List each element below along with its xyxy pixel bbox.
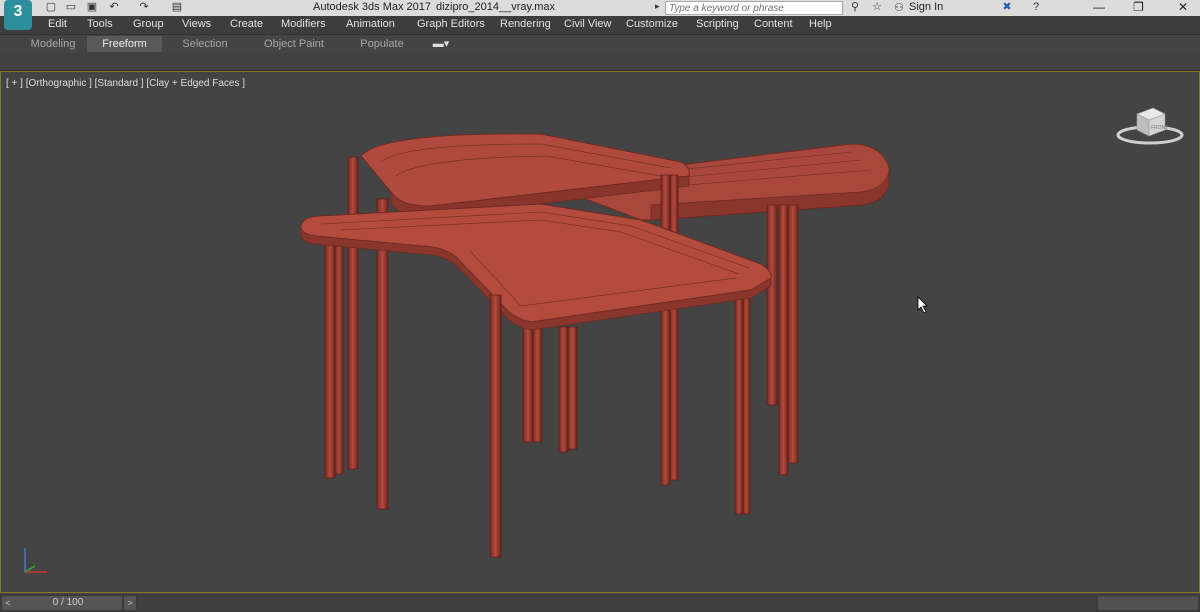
close-button[interactable]: ✕ — [1178, 0, 1188, 14]
viewport-orthographic[interactable]: [ + ] [Orthographic ] [Standard ] [Clay … — [0, 71, 1200, 593]
table-leg — [532, 326, 543, 443]
table-leg — [522, 326, 534, 443]
tab-populate[interactable]: Populate — [352, 36, 412, 52]
timeline-track[interactable] — [138, 596, 1096, 610]
viewcube-icon[interactable]: FRONT — [1115, 102, 1185, 147]
prev-frame-button[interactable]: < — [2, 596, 14, 610]
menu-graph-editors[interactable]: Graph Editors — [417, 18, 485, 30]
table-leg — [742, 287, 751, 515]
app-logo[interactable]: 3 — [4, 0, 32, 30]
table-leg — [734, 287, 744, 515]
save-icon[interactable]: ▣ — [85, 1, 99, 14]
exchange-icon[interactable]: ✖ — [1000, 1, 1014, 14]
app-title: Autodesk 3ds Max 2017 — [313, 1, 432, 13]
menu-group[interactable]: Group — [133, 18, 164, 30]
mouse-cursor-icon — [917, 296, 928, 314]
menu-create[interactable]: Create — [230, 18, 263, 30]
maximize-button[interactable]: ❐ — [1133, 0, 1144, 14]
menu-tools[interactable]: Tools — [87, 18, 113, 30]
menu-civil-view[interactable]: Civil View — [564, 18, 611, 30]
tab-modeling[interactable]: Modeling — [22, 36, 84, 52]
ribbon-options-icon[interactable]: ▬▾ — [428, 36, 454, 52]
next-frame-button[interactable]: > — [124, 596, 136, 610]
open-file-icon[interactable]: ▭ — [64, 1, 78, 14]
table-leg — [347, 156, 359, 470]
menu-scripting[interactable]: Scripting — [696, 18, 739, 30]
redo-icon[interactable]: ↷ — [137, 1, 151, 14]
axis-tripod-icon — [24, 548, 47, 573]
menu-modifiers[interactable]: Modifiers — [281, 18, 326, 30]
search-arrow-icon[interactable]: ▸ — [655, 1, 660, 12]
table-model[interactable] — [1, 72, 1199, 592]
table-leg — [334, 237, 344, 475]
project-icon[interactable]: ▤ — [170, 1, 184, 14]
binoculars-icon[interactable]: ⚲ — [848, 1, 862, 14]
menu-animation[interactable]: Animation — [346, 18, 395, 30]
file-name: dizipro_2014__vray.max — [436, 1, 556, 13]
search-input[interactable] — [665, 1, 843, 15]
timeline-end-panel — [1098, 596, 1198, 610]
time-slider[interactable]: 0 / 100 — [14, 596, 122, 610]
menu-content[interactable]: Content — [754, 18, 793, 30]
table-leg — [324, 237, 336, 479]
menu-edit[interactable]: Edit — [48, 18, 67, 30]
app-window: 3 ▢ ▭ ▣ ↶ ↷ ▤ Autodesk 3ds Max 2017 dizi… — [0, 0, 1200, 612]
table-leg — [778, 204, 789, 476]
undo-icon[interactable]: ↶ — [107, 1, 121, 14]
table-leg — [489, 294, 502, 558]
tab-freeform[interactable]: Freeform — [87, 36, 162, 52]
title-bar: 3 ▢ ▭ ▣ ↶ ↷ ▤ Autodesk 3ds Max 2017 dizi… — [0, 0, 1200, 30]
menu-views[interactable]: Views — [182, 18, 211, 30]
time-slider-bar: < 0 / 100 > — [0, 594, 1200, 612]
table-leg — [669, 174, 679, 481]
table-leg — [558, 326, 569, 453]
table-leg — [567, 326, 578, 450]
user-icon[interactable]: ⚇ — [894, 1, 904, 14]
table-leg — [660, 174, 671, 486]
menu-customize[interactable]: Customize — [626, 18, 678, 30]
minimize-button[interactable]: — — [1093, 0, 1105, 14]
help-icon[interactable]: ? — [1029, 1, 1043, 14]
sign-in-button[interactable]: Sign In — [909, 1, 943, 13]
ribbon-panel — [0, 53, 1200, 71]
tabletop-front — [300, 203, 772, 331]
viewcube-face-label: FRONT — [1151, 125, 1168, 131]
new-file-icon[interactable]: ▢ — [44, 1, 58, 14]
tab-object-paint[interactable]: Object Paint — [257, 36, 331, 52]
menu-rendering[interactable]: Rendering — [500, 18, 551, 30]
menu-bar: Edit Tools Group Views Create Modifiers … — [0, 16, 1200, 35]
star-icon[interactable]: ☆ — [870, 1, 884, 14]
table-leg — [787, 204, 799, 464]
tab-selection[interactable]: Selection — [172, 36, 238, 52]
ribbon-tabs: Modeling Freeform Selection Object Paint… — [0, 35, 1200, 53]
menu-help[interactable]: Help — [809, 18, 832, 30]
table-leg — [766, 204, 778, 406]
